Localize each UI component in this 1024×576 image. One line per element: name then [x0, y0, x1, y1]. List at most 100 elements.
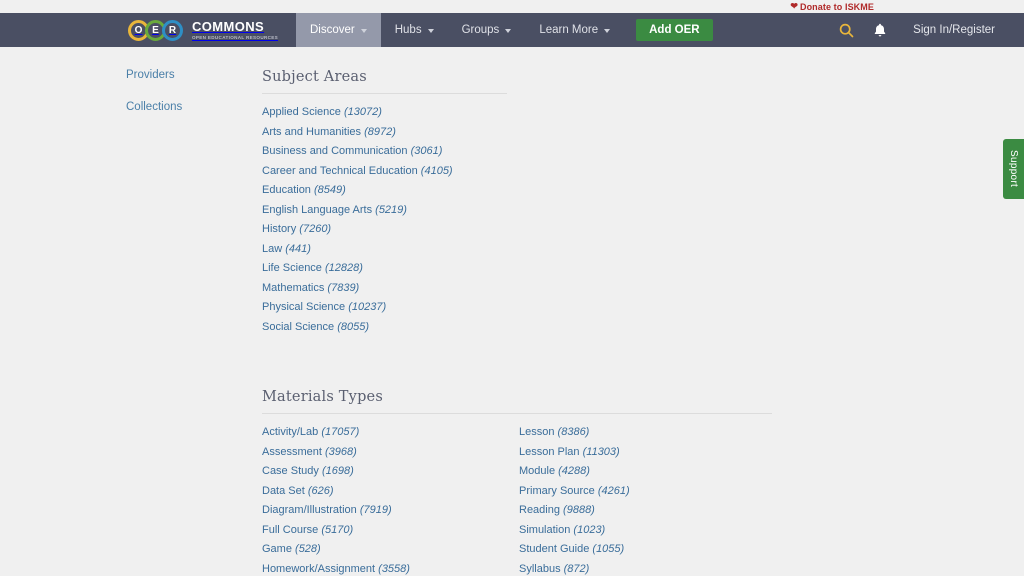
subject-area-link[interactable]: History (7260) [262, 220, 904, 240]
material-type-count: (4288) [558, 465, 590, 477]
material-type-label: Diagram/Illustration [262, 504, 357, 516]
material-type-count: (8386) [557, 426, 590, 438]
chevron-down-icon [505, 28, 512, 33]
page-body: Providers Collections Subject Areas Appl… [0, 47, 1024, 576]
logo-link[interactable]: O E R COMMONS OPEN EDUCATIONAL RESOURCES [128, 13, 278, 47]
material-type-count: (7919) [359, 504, 392, 516]
material-type-link[interactable]: Case Study (1698) [262, 462, 519, 482]
donate-label: Donate to ISKME [799, 1, 874, 12]
material-type-label: Assessment [262, 445, 322, 458]
brand-text: COMMONS OPEN EDUCATIONAL RESOURCES [192, 20, 278, 41]
subject-area-link[interactable]: Physical Science (10237) [262, 298, 904, 318]
search-icon[interactable] [829, 13, 863, 47]
nav-item-hubs[interactable]: Hubs [381, 13, 448, 47]
subject-area-link[interactable]: Applied Science (13072) [262, 103, 904, 123]
material-type-link[interactable]: Activity/Lab (17057) [262, 423, 519, 443]
material-type-link[interactable]: Lesson (8386) [519, 423, 688, 443]
material-type-link[interactable]: Assessment (3968) [262, 443, 519, 463]
chevron-down-icon [360, 28, 367, 33]
material-type-count: (3968) [324, 445, 357, 458]
subject-area-link[interactable]: Arts and Humanities (8972) [262, 123, 904, 143]
subject-area-count: (8972) [364, 125, 396, 138]
heart-icon: ❤ [790, 1, 798, 11]
material-type-count: (626) [307, 484, 334, 497]
nav-label-discover: Discover [310, 24, 355, 36]
material-type-label: Module [519, 465, 556, 477]
material-type-label: Full Course [262, 523, 319, 536]
subject-area-link[interactable]: Life Science (12828) [262, 259, 904, 279]
subject-area-count: (3061) [410, 145, 443, 157]
nav-item-discover[interactable]: Discover [296, 13, 381, 47]
subject-area-label: Mathematics [262, 281, 325, 294]
subject-area-link[interactable]: Education (8549) [262, 181, 904, 201]
donate-link[interactable]: ❤ Donate to ISKME [790, 2, 874, 12]
subject-area-label: Social Science [262, 320, 335, 333]
subject-area-label: Business and Communication [262, 145, 408, 157]
material-type-link[interactable]: Reading (9888) [519, 501, 688, 521]
material-type-count: (5170) [321, 523, 354, 536]
material-type-link[interactable]: Primary Source (4261) [519, 482, 688, 502]
material-type-count: (872) [563, 562, 590, 575]
brand-name: COMMONS [192, 18, 265, 34]
nav-item-learn-more[interactable]: Learn More [525, 13, 624, 47]
sign-in-register-link[interactable]: Sign In/Register [913, 24, 995, 36]
material-type-link[interactable]: Homework/Assignment (3558) [262, 560, 519, 576]
subject-area-link[interactable]: Social Science (8055) [262, 318, 904, 338]
subject-area-count: (7839) [327, 281, 360, 294]
subject-area-link[interactable]: Mathematics (7839) [262, 279, 904, 299]
subject-area-label: Applied Science [262, 106, 341, 118]
page-root: ❤ Donate to ISKME O E R COMMONS OPEN EDU… [0, 0, 1024, 576]
bell-icon[interactable] [863, 13, 897, 47]
nav-item-groups[interactable]: Groups [448, 13, 526, 47]
materials-types-section: Materials Types Activity/Lab (17057) Ass… [262, 389, 904, 576]
subject-area-link[interactable]: Career and Technical Education (4105) [262, 162, 904, 182]
subject-areas-title: Subject Areas [262, 69, 367, 85]
material-type-count: (1023) [573, 523, 606, 536]
material-type-label: Student Guide [519, 543, 590, 555]
subject-area-link[interactable]: Law (441) [262, 240, 904, 260]
subject-area-label: Life Science [262, 262, 322, 274]
material-type-link[interactable]: Full Course (5170) [262, 521, 519, 541]
material-type-count: (9888) [563, 504, 595, 516]
sidebar: Providers Collections [0, 69, 262, 576]
add-oer-button[interactable]: Add OER [636, 19, 713, 41]
sidebar-item-providers[interactable]: Providers [126, 69, 262, 81]
main-nav: Discover Hubs Groups Learn More Add OER [296, 13, 713, 47]
material-type-label: Game [262, 543, 292, 555]
material-type-link[interactable]: Module (4288) [519, 462, 688, 482]
subject-area-count: (13072) [343, 106, 382, 118]
subject-areas-section: Subject Areas Applied Science (13072) Ar… [262, 69, 904, 337]
material-type-count: (17057) [321, 426, 360, 438]
material-type-label: Lesson Plan [519, 445, 580, 458]
subject-area-count: (441) [285, 242, 311, 255]
subject-area-link[interactable]: Business and Communication (3061) [262, 142, 904, 162]
subject-area-count: (4105) [420, 164, 453, 177]
subject-area-label: Career and Technical Education [262, 164, 418, 177]
material-type-count: (11303) [582, 445, 620, 458]
material-type-link[interactable]: Data Set (626) [262, 482, 519, 502]
subject-area-label: Physical Science [262, 301, 346, 313]
support-tab-label: Support [1008, 150, 1019, 188]
site-header: O E R COMMONS OPEN EDUCATIONAL RESOURCES… [0, 13, 1024, 47]
material-type-label: Syllabus [519, 562, 561, 575]
material-type-count: (3558) [378, 562, 410, 575]
material-type-link[interactable]: Diagram/Illustration (7919) [262, 501, 519, 521]
materials-types-left-column: Activity/Lab (17057) Assessment (3968) C… [262, 423, 519, 576]
material-type-link[interactable]: Student Guide (1055) [519, 540, 688, 560]
nav-label-groups: Groups [461, 24, 500, 36]
sidebar-item-collections[interactable]: Collections [126, 101, 262, 113]
logo-circles: O E R [128, 19, 183, 41]
material-type-count: (528) [295, 543, 321, 555]
material-type-count: (1698) [321, 465, 354, 477]
material-type-count: (1055) [592, 543, 625, 555]
material-type-link[interactable]: Game (528) [262, 540, 519, 560]
material-type-link[interactable]: Simulation (1023) [519, 521, 688, 541]
material-type-link[interactable]: Lesson Plan (11303) [519, 443, 688, 463]
support-tab[interactable]: Support [1003, 139, 1024, 199]
subject-area-link[interactable]: English Language Arts (5219) [262, 201, 904, 221]
materials-types-right-column: Lesson (8386) Lesson Plan (11303) Module… [519, 423, 688, 576]
material-type-count: (4261) [597, 484, 630, 497]
subject-area-count: (8055) [337, 320, 370, 333]
material-type-link[interactable]: Syllabus (872) [519, 560, 688, 576]
